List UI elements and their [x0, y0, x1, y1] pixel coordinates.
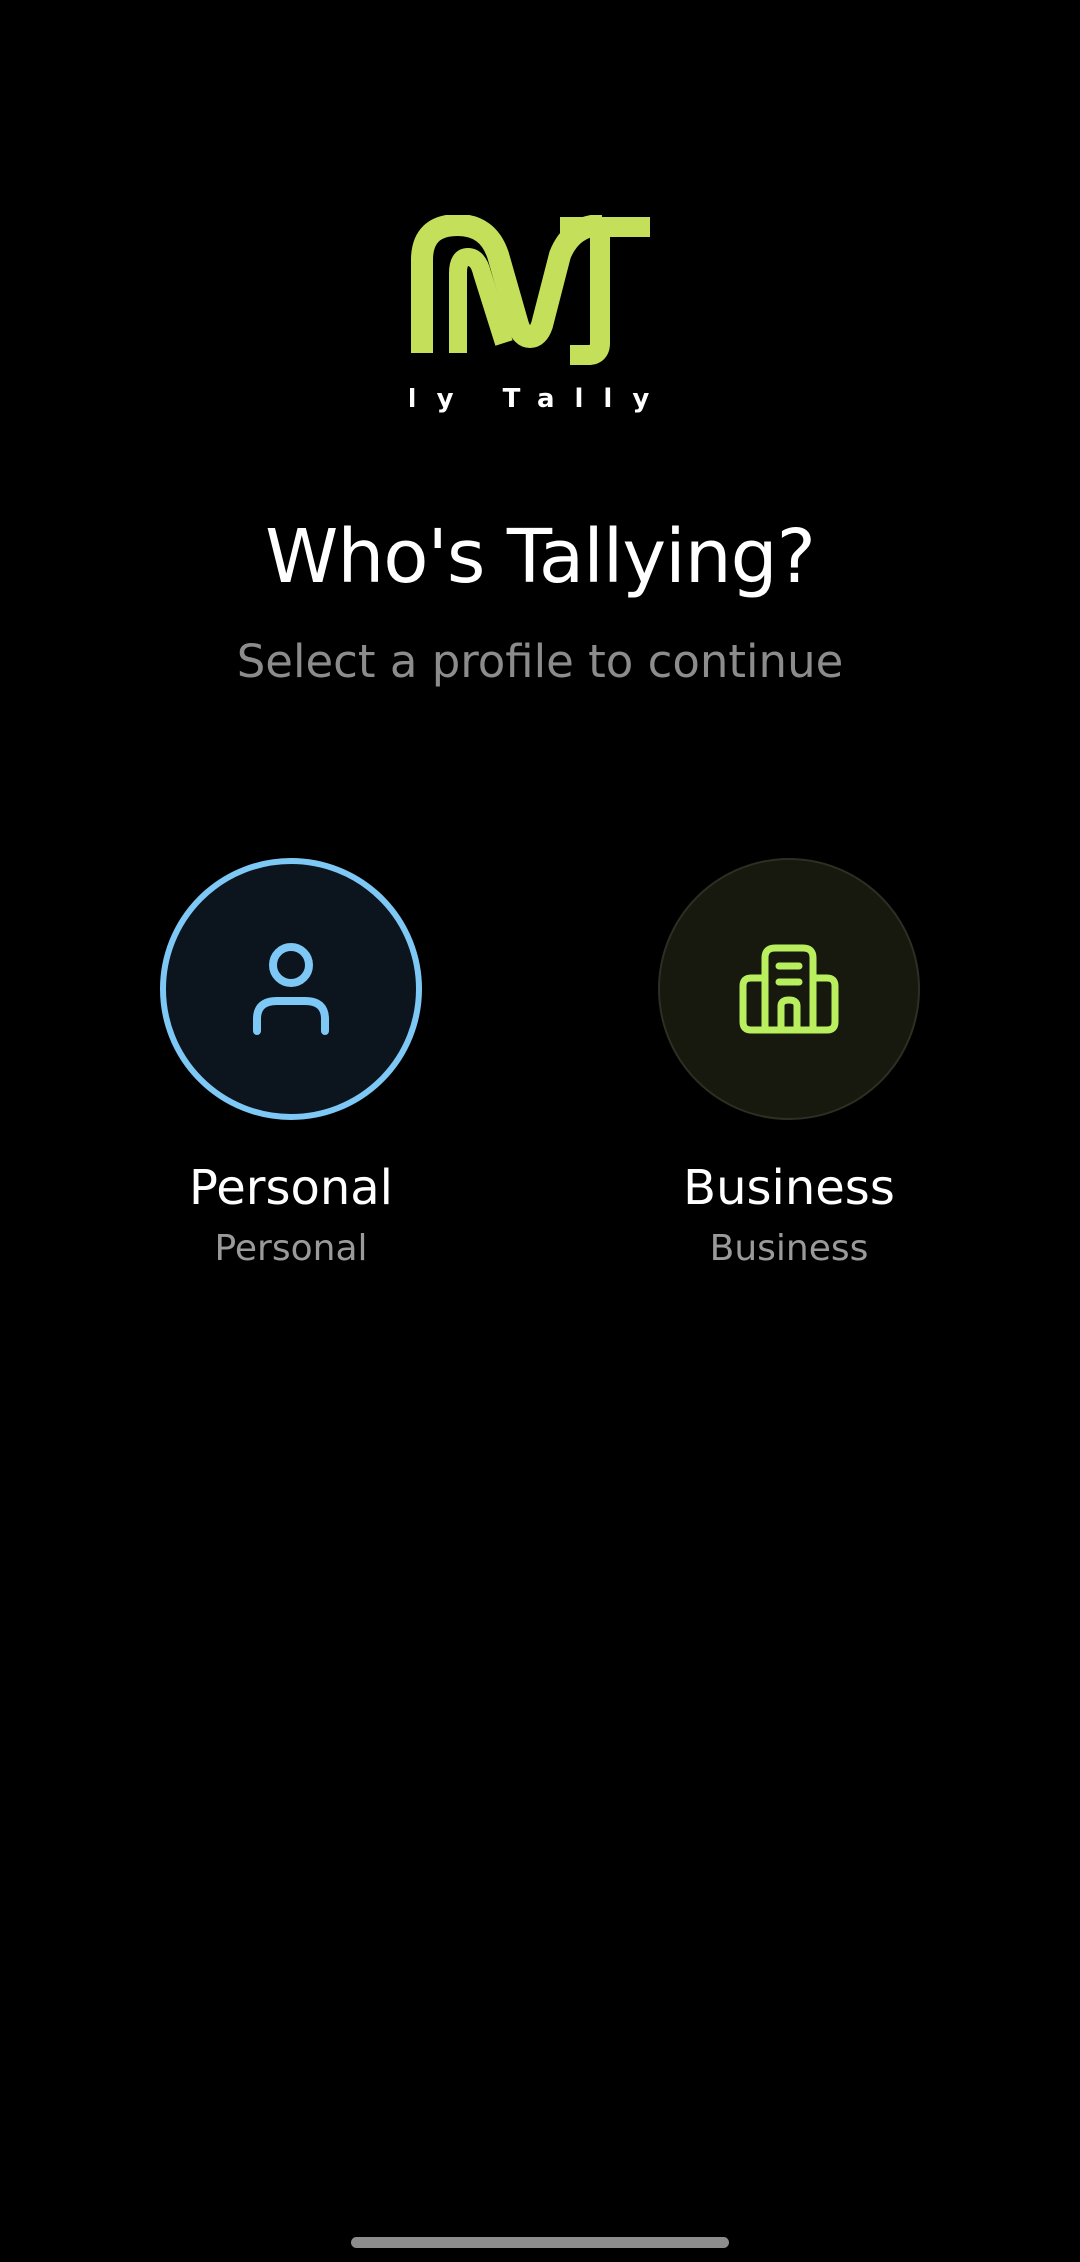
profile-select-screen: My Tally Who's Tallying? Select a profil…: [0, 0, 1080, 2262]
profile-subtitle-business: Business: [709, 1228, 869, 1269]
profile-name-business: Business: [683, 1160, 895, 1216]
page-subtitle: Select a profile to continue: [236, 635, 844, 688]
profile-personal[interactable]: Personal Personal: [101, 858, 481, 1272]
business-avatar[interactable]: [658, 858, 920, 1120]
building-icon: [739, 944, 839, 1034]
profile-subtitle-personal: Personal: [214, 1228, 368, 1269]
personal-avatar[interactable]: [160, 858, 422, 1120]
logo-text: My Tally: [410, 384, 652, 414]
profile-name-personal: Personal: [188, 1160, 394, 1216]
page-title: Who's Tallying?: [265, 514, 816, 600]
profile-business[interactable]: Business Business: [599, 858, 979, 1272]
my-tally-logo: My Tally: [410, 215, 652, 415]
home-indicator[interactable]: [351, 2237, 729, 2248]
user-icon: [253, 943, 329, 1035]
